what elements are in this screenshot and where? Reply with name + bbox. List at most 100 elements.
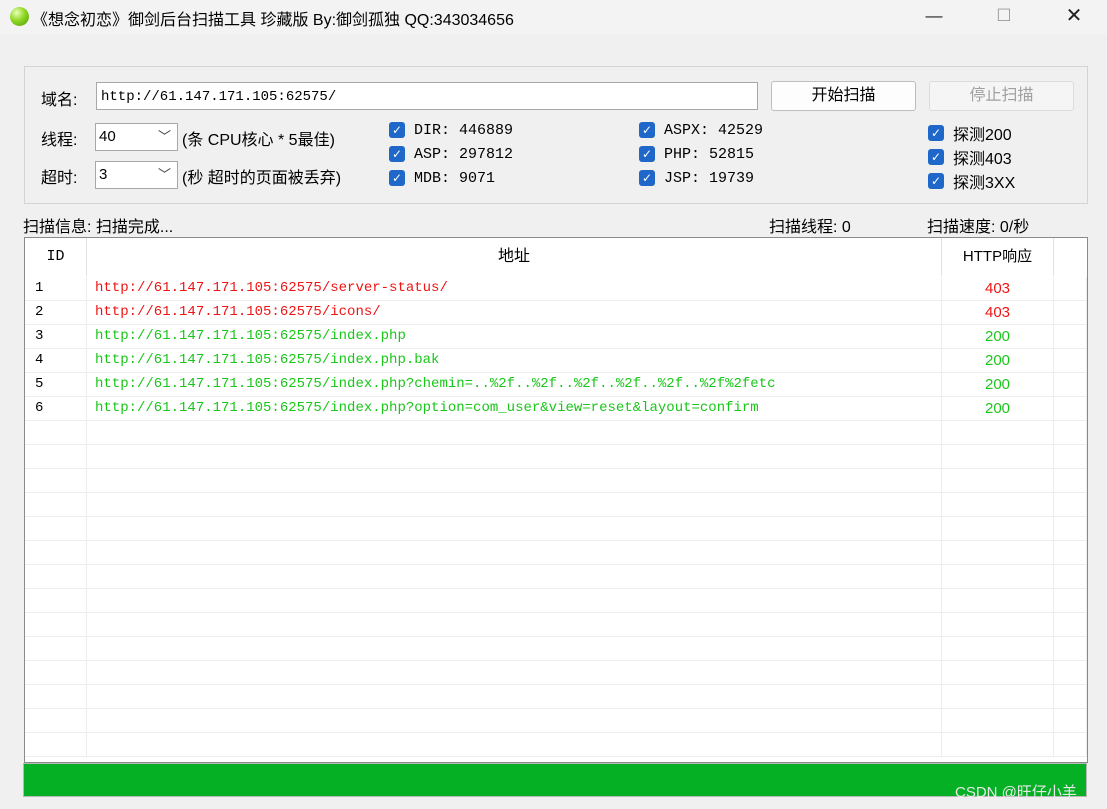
checkmark-icon: ✓ — [928, 149, 944, 165]
row-url — [87, 421, 942, 445]
stop-scan-button[interactable]: 停止扫描 — [929, 81, 1074, 111]
row-url — [87, 445, 942, 469]
row-url — [87, 469, 942, 493]
row-filler — [1054, 685, 1087, 709]
row-filler — [1054, 325, 1087, 349]
table-row-empty — [25, 589, 1087, 613]
column-header-http[interactable]: HTTP响应 — [942, 238, 1054, 276]
checkmark-icon: ✓ — [389, 146, 405, 163]
row-url: http://61.147.171.105:62575/index.php?op… — [87, 397, 942, 421]
row-id — [25, 469, 87, 493]
row-http-code: 200 — [942, 397, 1054, 421]
probe-checkbox-200[interactable]: ✓ 探测200 — [928, 121, 1012, 144]
row-url — [87, 685, 942, 709]
table-row-empty — [25, 493, 1087, 517]
row-id — [25, 517, 87, 541]
row-http-code — [942, 541, 1054, 565]
row-url: http://61.147.171.105:62575/index.php.ba… — [87, 349, 942, 373]
close-button[interactable]: ✕ — [1051, 0, 1097, 34]
table-row[interactable]: 4 http://61.147.171.105:62575/index.php.b… — [25, 349, 1087, 373]
row-url — [87, 613, 942, 637]
threads-hint: (条 CPU核心 * 5最佳) — [182, 132, 335, 149]
row-id — [25, 541, 87, 565]
row-id: 2 — [25, 301, 87, 325]
row-http-code — [942, 445, 1054, 469]
table-row-empty — [25, 733, 1087, 757]
probe-checkbox-403[interactable]: ✓ 探测403 — [928, 145, 1012, 168]
table-row-empty — [25, 613, 1087, 637]
threads-label: 线程: — [41, 132, 78, 149]
row-http-code — [942, 421, 1054, 445]
timeout-hint: (秒 超时的页面被丢弃) — [182, 170, 342, 187]
dict-checkbox-asp[interactable]: ✓ ASP: 297812 — [389, 145, 513, 165]
row-url — [87, 637, 942, 661]
start-scan-button[interactable]: 开始扫描 — [771, 81, 916, 111]
app-ball-icon — [10, 7, 29, 26]
row-http-code — [942, 637, 1054, 661]
threads-value: 40 — [99, 128, 116, 145]
row-url — [87, 493, 942, 517]
row-id — [25, 733, 87, 757]
row-url: http://61.147.171.105:62575/index.php?ch… — [87, 373, 942, 397]
timeout-select[interactable]: 3 ﹀ — [95, 161, 178, 189]
scan-progress-bar — [23, 763, 1087, 797]
row-filler — [1054, 517, 1087, 541]
table-row[interactable]: 2 http://61.147.171.105:62575/icons/403 — [25, 301, 1087, 325]
row-http-code — [942, 613, 1054, 637]
row-url: http://61.147.171.105:62575/server-statu… — [87, 277, 942, 301]
row-url: http://61.147.171.105:62575/icons/ — [87, 301, 942, 325]
row-http-code — [942, 565, 1054, 589]
row-id — [25, 421, 87, 445]
row-filler — [1054, 709, 1087, 733]
dict-checkbox-php[interactable]: ✓ PHP: 52815 — [639, 145, 754, 165]
probe-checkbox-3xx[interactable]: ✓ 探测3XX — [928, 169, 1015, 192]
dict-checkbox-mdb[interactable]: ✓ MDB: 9071 — [389, 169, 495, 189]
row-url — [87, 565, 942, 589]
row-filler — [1054, 637, 1087, 661]
table-row[interactable]: 6 http://61.147.171.105:62575/index.php?o… — [25, 397, 1087, 421]
threads-select[interactable]: 40 ﹀ — [95, 123, 178, 151]
row-http-code: 403 — [942, 277, 1054, 301]
row-id — [25, 637, 87, 661]
row-filler — [1054, 397, 1087, 421]
chevron-down-icon: ﹀ — [157, 167, 171, 182]
domain-input[interactable]: http://61.147.171.105:62575/ — [96, 82, 758, 110]
row-http-code — [942, 709, 1054, 733]
table-row-empty — [25, 469, 1087, 493]
timeout-label: 超时: — [41, 170, 78, 187]
results-table[interactable]: ID 地址 HTTP响应 1 http://61.147.171.105:6257… — [24, 237, 1088, 763]
checkmark-icon: ✓ — [389, 122, 405, 139]
table-row[interactable]: 5 http://61.147.171.105:62575/index.php?c… — [25, 373, 1087, 397]
dict-checkbox-aspx[interactable]: ✓ ASPX: 42529 — [639, 121, 763, 141]
checkmark-icon: ✓ — [928, 125, 944, 141]
table-row-empty — [25, 565, 1087, 589]
dict-checkbox-jsp[interactable]: ✓ JSP: 19739 — [639, 169, 754, 189]
row-filler — [1054, 445, 1087, 469]
row-filler — [1054, 301, 1087, 325]
row-http-code: 200 — [942, 373, 1054, 397]
row-url — [87, 709, 942, 733]
row-http-code: 200 — [942, 349, 1054, 373]
table-row[interactable]: 1 http://61.147.171.105:62575/server-stat… — [25, 277, 1087, 301]
dict-checkbox-dir[interactable]: ✓ DIR: 446889 — [389, 121, 513, 141]
row-filler — [1054, 469, 1087, 493]
row-url — [87, 541, 942, 565]
table-row-empty — [25, 517, 1087, 541]
table-body: 1 http://61.147.171.105:62575/server-stat… — [25, 277, 1087, 757]
column-header-url[interactable]: 地址 — [87, 238, 942, 276]
row-filler — [1054, 493, 1087, 517]
minimize-button[interactable]: — — [911, 0, 957, 34]
row-http-code — [942, 733, 1054, 757]
row-id — [25, 445, 87, 469]
scan-speed-status: 扫描速度: 0/秒 — [927, 219, 1030, 236]
column-header-id[interactable]: ID — [25, 238, 87, 276]
row-id — [25, 565, 87, 589]
row-url — [87, 589, 942, 613]
row-http-code: 200 — [942, 325, 1054, 349]
table-row[interactable]: 3 http://61.147.171.105:62575/index.php 20… — [25, 325, 1087, 349]
row-filler — [1054, 733, 1087, 757]
row-url — [87, 661, 942, 685]
row-filler — [1054, 565, 1087, 589]
maximize-button[interactable]: ☐ — [981, 0, 1027, 34]
row-id — [25, 661, 87, 685]
